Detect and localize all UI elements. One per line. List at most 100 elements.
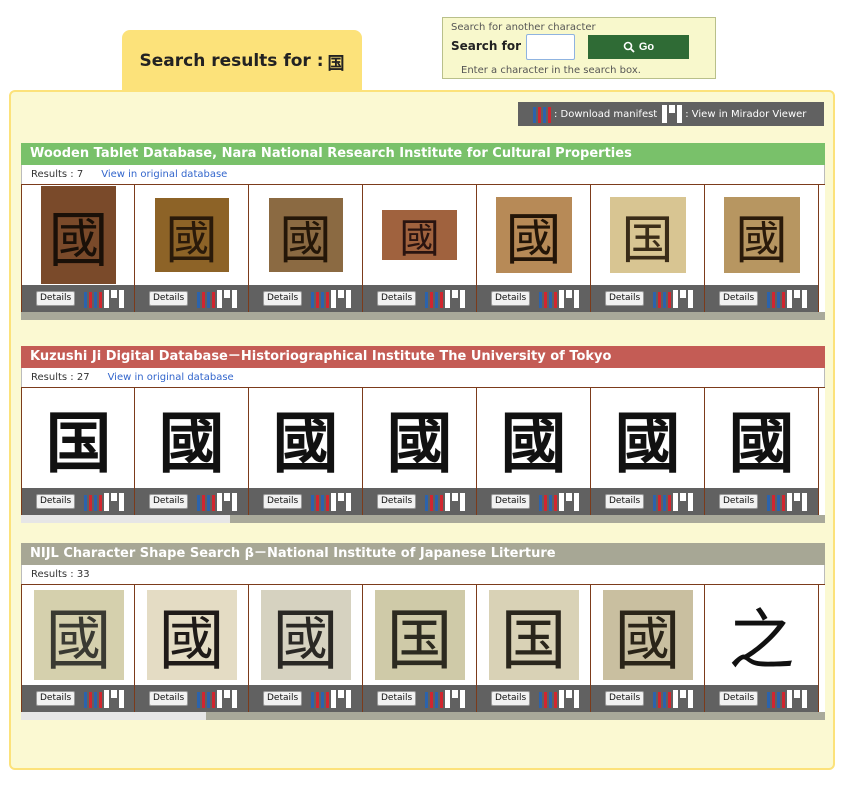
thumbnail-image-area[interactable]: 國 xyxy=(22,585,135,685)
scrollbar-thumb[interactable] xyxy=(21,312,825,320)
iiif-icon[interactable] xyxy=(652,493,672,511)
details-button[interactable]: Details xyxy=(263,691,303,706)
go-button[interactable]: Go xyxy=(588,35,689,59)
mirador-icon[interactable] xyxy=(558,289,580,308)
thumbnail-image-area[interactable]: 國 xyxy=(249,585,362,685)
iiif-icon[interactable] xyxy=(766,690,786,708)
details-button[interactable]: Details xyxy=(377,494,417,509)
details-button[interactable]: Details xyxy=(491,691,531,706)
thumbnail-image-area[interactable]: 国 xyxy=(477,585,590,685)
mirador-icon[interactable] xyxy=(103,689,125,708)
thumbnail-image-area[interactable]: 國 xyxy=(363,388,476,488)
thumbnail-image-area[interactable]: 國 xyxy=(135,585,248,685)
mirador-icon[interactable] xyxy=(661,105,683,123)
mirador-icon[interactable] xyxy=(444,289,466,308)
thumbnail-image-area[interactable]: 國 xyxy=(705,388,818,488)
details-button[interactable]: Details xyxy=(605,291,645,306)
mirador-icon[interactable] xyxy=(672,289,694,308)
mirador-icon[interactable] xyxy=(216,289,238,308)
mirador-icon[interactable] xyxy=(330,689,352,708)
details-button[interactable]: Details xyxy=(491,291,531,306)
details-button[interactable]: Details xyxy=(719,494,759,509)
thumbnail-image-area[interactable]: 国 xyxy=(22,388,135,488)
results-bar: Results : 7 View in original database xyxy=(21,165,825,184)
details-button[interactable]: Details xyxy=(377,691,417,706)
iiif-icon[interactable] xyxy=(310,290,330,308)
search-input[interactable] xyxy=(526,34,575,60)
iiif-icon[interactable] xyxy=(83,493,103,511)
thumbnail-image-area[interactable]: 之 xyxy=(705,585,818,685)
horizontal-scrollbar[interactable] xyxy=(21,312,825,320)
details-button[interactable]: Details xyxy=(719,291,759,306)
mirador-icon[interactable] xyxy=(444,492,466,511)
thumbnail-image-area[interactable]: 國 xyxy=(249,388,362,488)
details-button[interactable]: Details xyxy=(605,691,645,706)
view-mirador-link[interactable]: : View in Mirador Viewer xyxy=(685,109,806,120)
thumbnail-image-area[interactable]: 國 xyxy=(135,388,248,488)
mirador-icon[interactable] xyxy=(330,289,352,308)
character-image: 國 xyxy=(483,390,584,486)
iiif-icon[interactable] xyxy=(766,290,786,308)
iiif-icon[interactable] xyxy=(196,290,216,308)
view-original-database-link[interactable]: View in original database xyxy=(108,372,234,383)
details-button[interactable]: Details xyxy=(377,291,417,306)
horizontal-scrollbar[interactable] xyxy=(21,712,825,720)
mirador-icon[interactable] xyxy=(444,689,466,708)
iiif-icon[interactable] xyxy=(83,290,103,308)
thumbnail-image-area[interactable]: 國 xyxy=(363,185,476,285)
details-button[interactable]: Details xyxy=(719,691,759,706)
mirador-icon[interactable] xyxy=(672,689,694,708)
iiif-icon[interactable] xyxy=(766,493,786,511)
mirador-icon[interactable] xyxy=(672,492,694,511)
view-original-database-link[interactable]: View in original database xyxy=(101,169,227,180)
download-manifest-link[interactable]: : Download manifest xyxy=(554,109,657,120)
details-button[interactable]: Details xyxy=(491,494,531,509)
mirador-icon[interactable] xyxy=(103,289,125,308)
details-button[interactable]: Details xyxy=(36,291,76,306)
iiif-icon[interactable] xyxy=(196,690,216,708)
iiif-icon[interactable] xyxy=(310,493,330,511)
scrollbar-thumb[interactable] xyxy=(21,515,231,523)
details-button[interactable]: Details xyxy=(149,291,189,306)
scrollbar-thumb[interactable] xyxy=(21,712,206,720)
mirador-icon[interactable] xyxy=(786,492,808,511)
iiif-icon[interactable] xyxy=(538,690,558,708)
thumbnail-image-area[interactable]: 國 xyxy=(477,388,590,488)
mirador-icon[interactable] xyxy=(216,689,238,708)
iiif-icon[interactable] xyxy=(538,290,558,308)
mirador-icon[interactable] xyxy=(558,492,580,511)
mirador-icon[interactable] xyxy=(786,689,808,708)
thumbnail-image-area[interactable]: 国 xyxy=(363,585,476,685)
mirador-icon[interactable] xyxy=(330,492,352,511)
iiif-icon[interactable] xyxy=(652,690,672,708)
horizontal-scrollbar[interactable] xyxy=(21,515,825,523)
details-button[interactable]: Details xyxy=(263,291,303,306)
thumbnail-image-area[interactable]: 國 xyxy=(477,185,590,285)
thumbnail-image-area[interactable]: 國 xyxy=(22,185,135,285)
details-button[interactable]: Details xyxy=(605,494,645,509)
details-button[interactable]: Details xyxy=(36,494,76,509)
thumbnail-image-area[interactable]: 國 xyxy=(705,185,818,285)
iiif-icon[interactable] xyxy=(424,290,444,308)
thumbnail-image-area[interactable]: 國 xyxy=(591,388,704,488)
iiif-icon[interactable] xyxy=(538,493,558,511)
details-button[interactable]: Details xyxy=(263,494,303,509)
mirador-icon[interactable] xyxy=(216,492,238,511)
thumbnail-image-area[interactable]: 國 xyxy=(591,585,704,685)
thumbnail-image-area[interactable]: 國 xyxy=(249,185,362,285)
iiif-icon[interactable] xyxy=(310,690,330,708)
details-button[interactable]: Details xyxy=(36,691,76,706)
iiif-icon[interactable] xyxy=(532,105,552,123)
mirador-icon[interactable] xyxy=(786,289,808,308)
iiif-icon[interactable] xyxy=(83,690,103,708)
iiif-icon[interactable] xyxy=(424,690,444,708)
iiif-icon[interactable] xyxy=(424,493,444,511)
thumbnail-image-area[interactable]: 国 xyxy=(591,185,704,285)
iiif-icon[interactable] xyxy=(196,493,216,511)
details-button[interactable]: Details xyxy=(149,691,189,706)
mirador-icon[interactable] xyxy=(103,492,125,511)
thumbnail-image-area[interactable]: 國 xyxy=(135,185,248,285)
mirador-icon[interactable] xyxy=(558,689,580,708)
details-button[interactable]: Details xyxy=(149,494,189,509)
iiif-icon[interactable] xyxy=(652,290,672,308)
